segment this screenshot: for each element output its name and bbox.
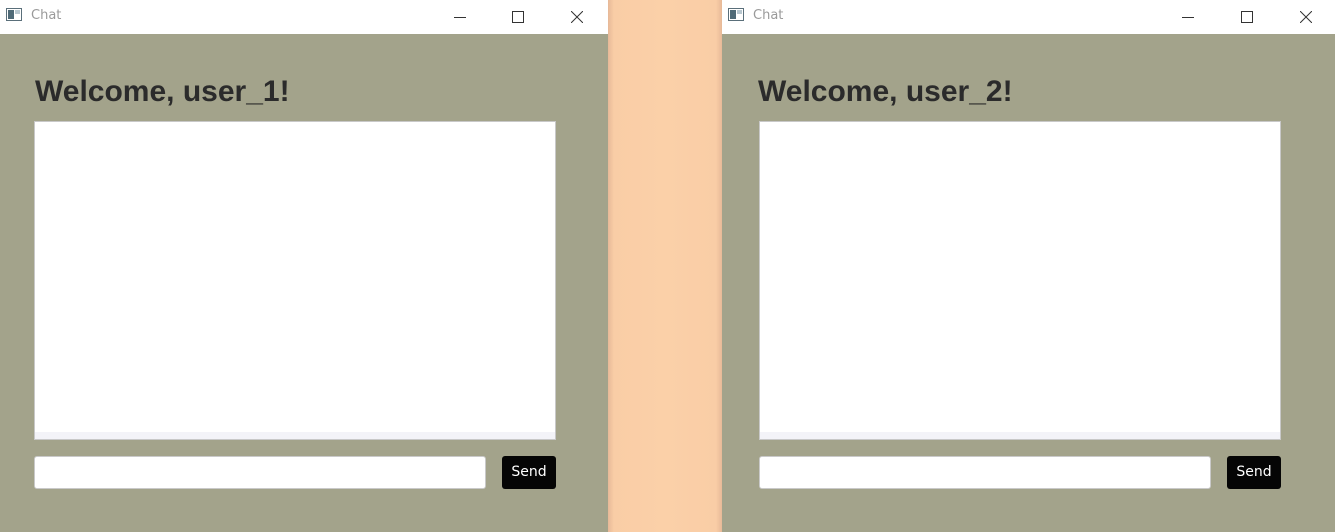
close-icon (571, 11, 583, 23)
chat-window-user-1: Chat Welcome, user_1! Send (0, 0, 608, 532)
minimize-icon (454, 17, 466, 18)
message-input[interactable] (759, 456, 1211, 489)
window-titlebar[interactable]: Chat (0, 0, 608, 34)
messages-area[interactable] (34, 121, 556, 440)
window-titlebar[interactable]: Chat (722, 0, 1335, 34)
message-input[interactable] (34, 456, 486, 489)
maximize-icon (512, 11, 524, 23)
send-button[interactable]: Send (502, 456, 556, 489)
close-button[interactable] (554, 0, 600, 34)
minimize-button[interactable] (437, 0, 483, 34)
minimize-button[interactable] (1165, 0, 1211, 34)
messages-area[interactable] (759, 121, 1281, 440)
desktop-background (608, 0, 722, 532)
maximize-button[interactable] (495, 0, 541, 34)
chat-window-user-2: Chat Welcome, user_2! Send (722, 0, 1335, 532)
maximize-button[interactable] (1224, 0, 1270, 34)
app-window-icon (728, 8, 744, 21)
horizontal-scrollbar[interactable] (760, 432, 1280, 439)
send-button[interactable]: Send (1227, 456, 1281, 489)
maximize-icon (1241, 11, 1253, 23)
window-title: Chat (753, 8, 784, 23)
close-icon (1300, 11, 1312, 23)
close-button[interactable] (1283, 0, 1329, 34)
window-title: Chat (31, 8, 62, 23)
app-window-icon (6, 8, 22, 21)
horizontal-scrollbar[interactable] (35, 432, 555, 439)
welcome-heading: Welcome, user_1! (35, 75, 290, 108)
welcome-heading: Welcome, user_2! (758, 75, 1013, 108)
minimize-icon (1182, 17, 1194, 18)
